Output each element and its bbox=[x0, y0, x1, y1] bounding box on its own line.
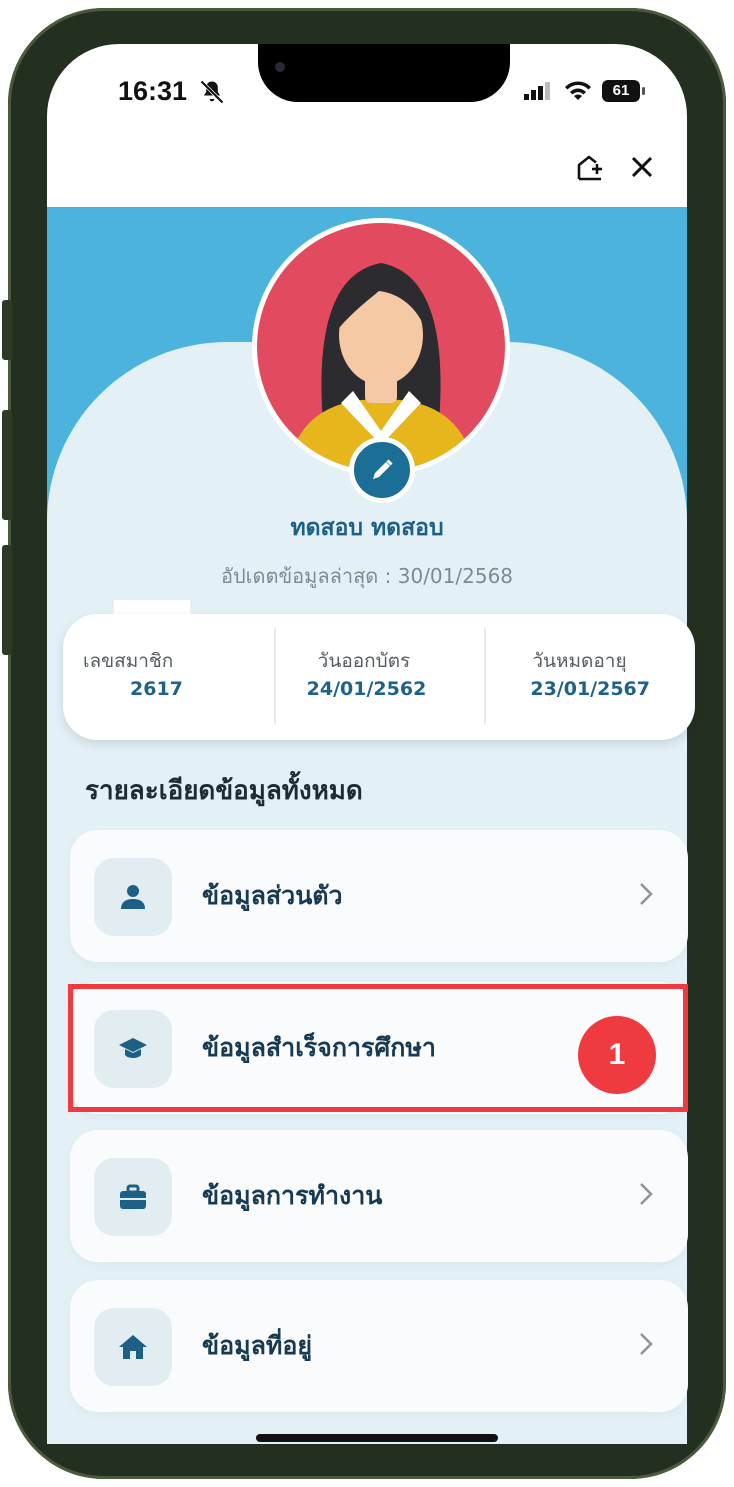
menu-icon-box bbox=[94, 1158, 172, 1236]
member-number: เลขสมาชิก 2617 bbox=[63, 614, 274, 740]
menu-label: ข้อมูลการทำงาน bbox=[202, 1181, 383, 1210]
menu-icon-box bbox=[94, 1308, 172, 1386]
female-avatar-illustration bbox=[287, 263, 475, 471]
chevron-right-icon bbox=[640, 1333, 653, 1355]
info-label: เลขสมาชิก bbox=[83, 650, 174, 672]
close-icon[interactable] bbox=[627, 152, 657, 182]
menu-item-address[interactable]: ข้อมูลที่อยู่ bbox=[70, 1280, 688, 1412]
menu-label: ข้อมูลส่วนตัว bbox=[202, 881, 343, 910]
signal-icon bbox=[524, 82, 550, 100]
chevron-right-icon bbox=[640, 1183, 653, 1205]
section-title: รายละเอียดข้อมูลทั้งหมด bbox=[85, 776, 363, 806]
bell-slash-icon bbox=[200, 80, 224, 104]
home-icon bbox=[119, 1335, 147, 1359]
top-actions bbox=[575, 152, 657, 182]
person-icon bbox=[121, 885, 145, 909]
step-number-badge: 1 bbox=[578, 1016, 656, 1094]
profile-name: ทดสอบ ทดสอบ bbox=[290, 515, 444, 541]
member-info-card: เลขสมาชิก 2617 วันออกบัตร 24/01/2562 วัน… bbox=[63, 614, 695, 740]
menu-item-personal[interactable]: ข้อมูลส่วนตัว bbox=[70, 830, 688, 962]
home-indicator[interactable] bbox=[256, 1434, 498, 1442]
menu-icon-box bbox=[94, 858, 172, 936]
pencil-icon bbox=[373, 459, 393, 479]
issue-date: วันออกบัตร 24/01/2562 bbox=[273, 614, 485, 740]
menu-label: ข้อมูลที่อยู่ bbox=[202, 1331, 313, 1360]
info-value: 2617 bbox=[130, 678, 183, 700]
menu-item-work[interactable]: ข้อมูลการทำงาน bbox=[70, 1130, 688, 1262]
info-value: 24/01/2562 bbox=[306, 678, 427, 700]
last-updated: อัปเดตข้อมูลล่าสุด : 30/01/2568 bbox=[220, 564, 514, 588]
add-to-home-icon[interactable] bbox=[575, 152, 605, 182]
status-indicators: 61 bbox=[524, 80, 645, 102]
side-button bbox=[2, 300, 12, 360]
info-label: วันออกบัตร bbox=[317, 650, 411, 672]
edit-avatar-button[interactable] bbox=[349, 437, 415, 503]
briefcase-icon bbox=[120, 1184, 146, 1209]
camera bbox=[275, 62, 285, 72]
expiry-date: วันหมดอายุ 23/01/2567 bbox=[484, 614, 695, 740]
info-value: 23/01/2567 bbox=[530, 678, 650, 700]
side-button bbox=[2, 410, 12, 520]
wifi-icon bbox=[565, 81, 591, 100]
notch bbox=[258, 44, 510, 102]
battery-indicator: 61 bbox=[602, 80, 645, 102]
chevron-right-icon bbox=[640, 883, 653, 905]
info-label: วันหมดอายุ bbox=[532, 650, 627, 672]
status-time: 16:31 bbox=[118, 76, 188, 106]
